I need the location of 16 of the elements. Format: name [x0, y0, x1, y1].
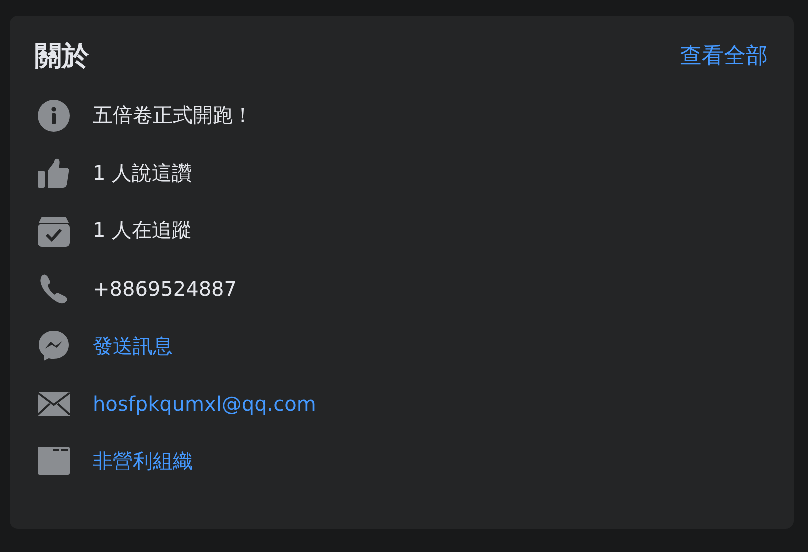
inbox-check-icon [38, 214, 70, 247]
messenger-icon [38, 330, 70, 362]
mail-icon [38, 392, 70, 416]
thumbs-up-icon [38, 157, 70, 190]
info-text: +8869524887 [93, 276, 238, 301]
info-icon [38, 100, 70, 132]
folder-icon [38, 447, 70, 476]
link[interactable]: 發送訊息 [93, 332, 173, 360]
see-all-link[interactable]: 查看全部 [680, 41, 768, 71]
link[interactable]: 非營利組織 [93, 448, 193, 475]
phone-icon [38, 272, 70, 305]
info-text: 1 人在追蹤 [93, 217, 192, 244]
card-title: 關於 [35, 40, 89, 74]
link[interactable]: hosfpkqumxl@qq.com [93, 392, 316, 416]
info-text: 1 人說這讚 [93, 160, 192, 187]
info-text: 五倍卷正式開跑！ [93, 102, 253, 130]
